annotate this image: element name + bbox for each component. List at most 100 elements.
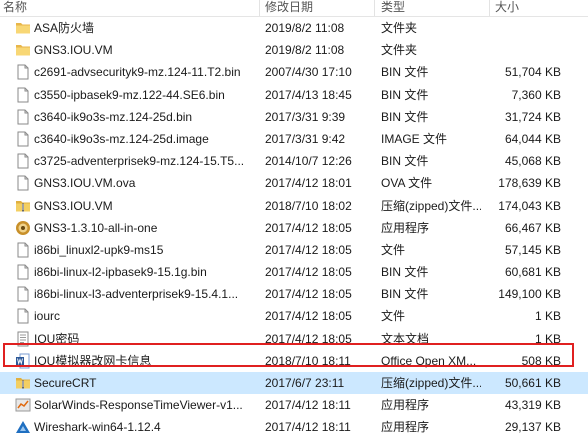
- file-row[interactable]: GNS3.IOU.VM 2018/7/10 18:02 压缩(zipped)文件..…: [0, 195, 588, 217]
- folder-icon: [15, 20, 31, 36]
- file-icon: [15, 286, 31, 302]
- file-icon: [15, 109, 31, 125]
- file-name: i86bi-linux-l2-ipbasek9-15.1g.bin: [34, 265, 207, 280]
- file-name: IOU模拟器改网卡信息: [34, 353, 152, 368]
- file-name: c3640-ik9o3s-mz.124-25d.image: [34, 131, 209, 146]
- file-date: 2018/7/10 18:02: [265, 198, 352, 213]
- file-icon: [15, 264, 31, 280]
- file-date: 2017/4/12 18:05: [265, 265, 352, 280]
- file-row[interactable]: IOU密码 2017/4/12 18:05 文本文档 1 KB: [0, 328, 588, 350]
- file-row[interactable]: c3550-ipbasek9-mz.122-44.SE6.bin 2017/4/1…: [0, 84, 588, 106]
- file-size: 7,360 KB: [511, 87, 561, 102]
- file-row[interactable]: GNS3.IOU.VM 2019/8/2 11:08 文件夹: [0, 39, 588, 61]
- file-name: SecureCRT: [34, 376, 97, 390]
- folder-icon: [15, 42, 31, 58]
- file-icon: [15, 64, 31, 80]
- file-row[interactable]: c3725-adventerprisek9-mz.124-15.T5... 201…: [0, 150, 588, 172]
- solarwinds-app-icon: [15, 397, 31, 413]
- file-row[interactable]: SolarWinds-ResponseTimeViewer-v1... 2017/…: [0, 394, 588, 416]
- file-row[interactable]: Wireshark-win64-1.12.4 2017/4/12 18:11 应用程…: [0, 416, 588, 438]
- file-size: 149,100 KB: [498, 287, 561, 302]
- file-date: 2017/4/12 18:11: [265, 398, 351, 413]
- file-row[interactable]: iourc 2017/4/12 18:05 文件 1 KB: [0, 305, 588, 327]
- file-icon: [15, 242, 31, 258]
- file-type: 压缩(zipped)文件...: [381, 198, 481, 213]
- file-list: ASA防火墙 2019/8/2 11:08 文件夹 GNS3.IOU.VM 2019/8…: [0, 17, 588, 439]
- file-name: Wireshark-win64-1.12.4: [34, 420, 161, 435]
- file-name: c3640-ik9o3s-mz.124-25d.bin: [34, 109, 193, 124]
- file-type: BIN 文件: [381, 154, 429, 169]
- file-size: 508 KB: [521, 353, 561, 368]
- zip-icon: [15, 375, 31, 391]
- file-type: 文件夹: [381, 21, 418, 35]
- file-name: GNS3-1.3.10-all-in-one: [34, 220, 158, 235]
- file-type: 应用程序: [381, 398, 430, 413]
- text-doc-icon: [15, 331, 31, 347]
- file-name: GNS3.IOU.VM: [34, 43, 113, 58]
- file-date: 2007/4/30 17:10: [265, 65, 352, 80]
- column-header-type[interactable]: 类型: [381, 0, 405, 16]
- file-name: ASA防火墙: [34, 21, 95, 35]
- file-name: GNS3.IOU.VM: [34, 198, 113, 213]
- column-divider[interactable]: [374, 0, 375, 16]
- file-type: OVA 文件: [381, 176, 433, 191]
- file-size: 45,068 KB: [504, 154, 561, 169]
- file-row[interactable]: GNS3-1.3.10-all-in-one 2017/4/12 18:05 应用程…: [0, 217, 588, 239]
- column-divider[interactable]: [489, 0, 490, 16]
- file-type: BIN 文件: [381, 65, 429, 80]
- file-row[interactable]: GNS3.IOU.VM.ova 2017/4/12 18:01 OVA 文件 178,…: [0, 172, 588, 194]
- gns3-app-icon: [15, 220, 31, 236]
- file-type: 文件夹: [381, 43, 418, 58]
- file-row[interactable]: c2691-advsecurityk9-mz.124-11.T2.bin 2007…: [0, 61, 588, 83]
- file-size: 64,044 KB: [504, 131, 561, 146]
- file-size: 43,319 KB: [504, 398, 561, 413]
- file-name: iourc: [34, 309, 61, 324]
- column-header-size[interactable]: 大小: [495, 0, 519, 16]
- file-icon: [15, 175, 31, 191]
- file-row[interactable]: ASA防火墙 2019/8/2 11:08 文件夹: [0, 17, 588, 39]
- file-size: 174,043 KB: [498, 198, 561, 213]
- file-size: 1 KB: [534, 331, 561, 346]
- file-row[interactable]: i86bi_linuxl2-upk9-ms15 2017/4/12 18:05 文件…: [0, 239, 588, 261]
- column-header-bar: 名称 修改日期 类型 大小: [0, 0, 588, 17]
- column-header-date[interactable]: 修改日期: [265, 0, 313, 16]
- file-date: 2017/6/7 23:11: [265, 376, 345, 390]
- file-row[interactable]: IOU模拟器改网卡信息 2018/7/10 18:11 Office Open XM…: [0, 350, 588, 372]
- column-header-name[interactable]: 名称: [3, 0, 27, 16]
- file-date: 2017/4/12 18:05: [265, 331, 352, 346]
- file-name: c3550-ipbasek9-mz.122-44.SE6.bin: [34, 87, 225, 102]
- file-icon: [15, 131, 31, 147]
- file-size: 29,137 KB: [504, 420, 561, 435]
- column-divider[interactable]: [259, 0, 260, 16]
- file-size: 178,639 KB: [498, 176, 561, 191]
- file-type: 应用程序: [381, 220, 430, 235]
- file-row[interactable]: c3640-ik9o3s-mz.124-25d.bin 2017/3/31 9:3…: [0, 106, 588, 128]
- file-type: 应用程序: [381, 420, 430, 435]
- file-date: 2017/3/31 9:42: [265, 131, 346, 146]
- file-row-selected[interactable]: SecureCRT 2017/6/7 23:11 压缩(zipped)文件... 50…: [0, 372, 588, 395]
- file-icon: [15, 87, 31, 103]
- file-date: 2017/3/31 9:39: [265, 109, 346, 124]
- file-type: 文件: [381, 309, 406, 324]
- file-name: IOU密码: [34, 331, 80, 346]
- zip-icon: [15, 198, 31, 214]
- file-type: 文本文档: [381, 331, 430, 346]
- file-date: 2017/4/13 18:45: [265, 87, 352, 102]
- file-row[interactable]: i86bi-linux-l2-ipbasek9-15.1g.bin 2017/4/…: [0, 261, 588, 283]
- file-icon: [15, 153, 31, 169]
- file-name: i86bi_linuxl2-upk9-ms15: [34, 242, 164, 257]
- file-date: 2017/4/12 18:05: [265, 309, 352, 324]
- file-date: 2017/4/12 18:05: [265, 287, 352, 302]
- file-name: SolarWinds-ResponseTimeViewer-v1...: [34, 398, 243, 413]
- file-row[interactable]: c3640-ik9o3s-mz.124-25d.image 2017/3/31 9…: [0, 128, 588, 150]
- file-name: GNS3.IOU.VM.ova: [34, 176, 136, 191]
- file-date: 2018/7/10 18:11: [265, 353, 351, 368]
- file-date: 2017/4/12 18:01: [265, 176, 352, 191]
- file-name: c2691-advsecurityk9-mz.124-11.T2.bin: [34, 65, 241, 80]
- file-type: 文件: [381, 242, 406, 257]
- file-row[interactable]: i86bi-linux-l3-adventerprisek9-15.4.1...…: [0, 283, 588, 305]
- file-date: 2017/4/12 18:05: [265, 242, 352, 257]
- file-name: i86bi-linux-l3-adventerprisek9-15.4.1...: [34, 287, 239, 302]
- file-date: 2017/4/12 18:05: [265, 220, 352, 235]
- file-size: 31,724 KB: [504, 109, 561, 124]
